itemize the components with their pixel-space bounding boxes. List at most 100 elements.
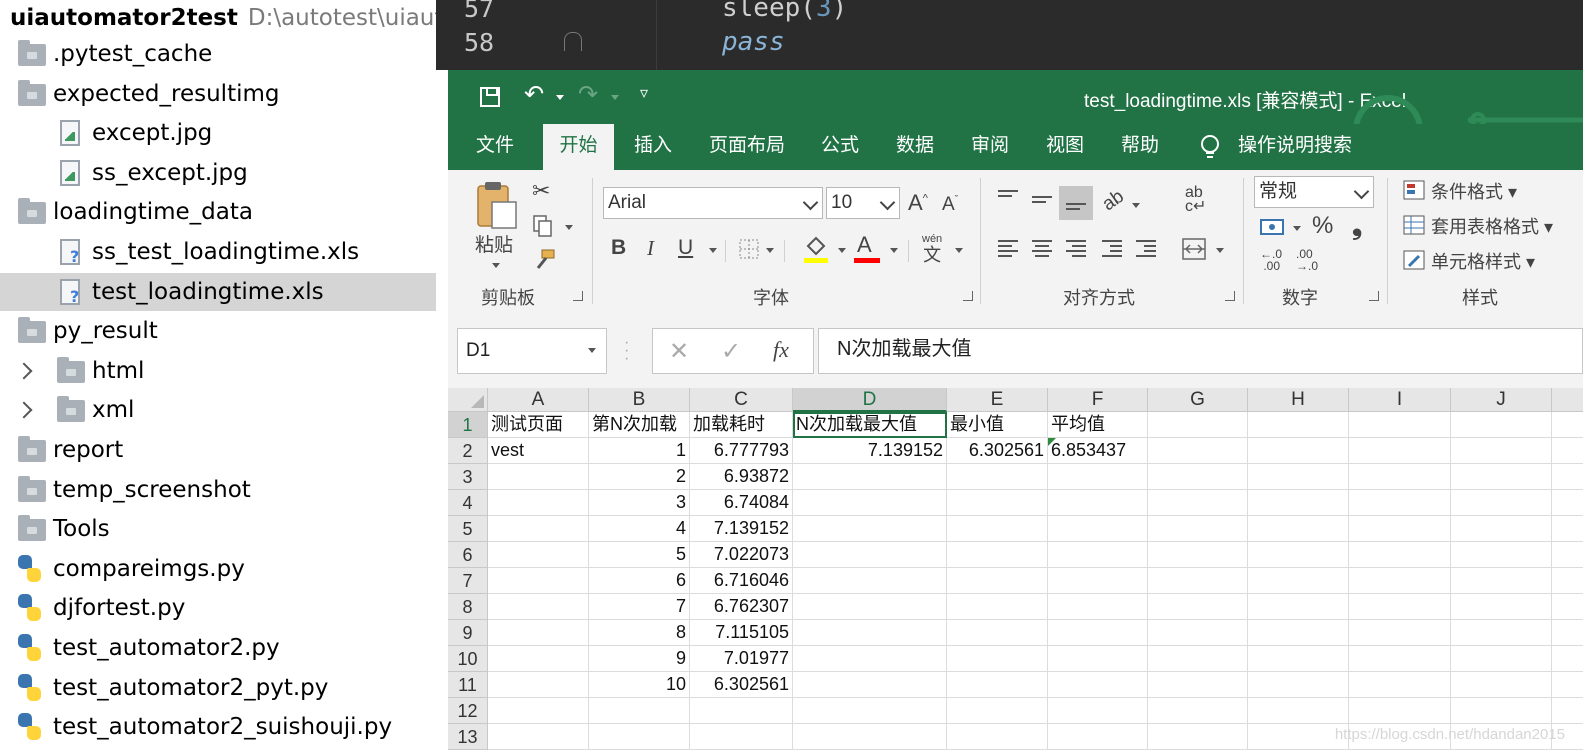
cell-A10[interactable] — [488, 646, 589, 672]
tree-item[interactable]: djfortest.py — [0, 589, 436, 627]
cell-J11[interactable] — [1451, 672, 1552, 698]
cell-G11[interactable] — [1148, 672, 1248, 698]
number-format-select[interactable]: 常规 — [1254, 176, 1374, 208]
cell-A13[interactable] — [488, 724, 589, 750]
column-header[interactable]: B — [589, 388, 690, 412]
orientation-dropdown-icon[interactable] — [1132, 203, 1140, 208]
cell-J1[interactable] — [1451, 412, 1552, 438]
cell-I10[interactable] — [1349, 646, 1451, 672]
cell-F1[interactable]: 平均值 — [1048, 412, 1148, 438]
format-as-table-icon[interactable] — [1403, 215, 1427, 237]
cell-B2[interactable]: 1 — [589, 438, 690, 464]
cell-B1[interactable]: 第N次加载 — [589, 412, 690, 438]
increase-indent-icon[interactable] — [1136, 240, 1156, 258]
cell-B4[interactable]: 3 — [589, 490, 690, 516]
cell-J7[interactable] — [1451, 568, 1552, 594]
cell-H6[interactable] — [1248, 542, 1349, 568]
cell[interactable] — [1552, 464, 1583, 490]
tab-file[interactable]: 文件 — [476, 124, 514, 170]
align-middle-icon[interactable] — [1032, 196, 1052, 214]
font-name-select[interactable]: Arial — [603, 187, 823, 219]
cell-E4[interactable] — [947, 490, 1048, 516]
cell-C10[interactable]: 7.01977 — [690, 646, 793, 672]
cell-B11[interactable]: 10 — [589, 672, 690, 698]
cell-C1[interactable]: 加载耗时 — [690, 412, 793, 438]
bold-button[interactable]: B — [611, 236, 626, 260]
italic-button[interactable]: I — [647, 236, 654, 261]
cell-B3[interactable]: 2 — [589, 464, 690, 490]
save-icon[interactable] — [480, 87, 500, 107]
cell-F10[interactable] — [1048, 646, 1148, 672]
tree-item[interactable]: test_automator2.py — [0, 629, 436, 667]
cell-I3[interactable] — [1349, 464, 1451, 490]
underline-button[interactable]: U — [678, 236, 693, 260]
cell-A8[interactable] — [488, 594, 589, 620]
cell-I2[interactable] — [1349, 438, 1451, 464]
cell[interactable] — [1552, 698, 1583, 724]
cell-H7[interactable] — [1248, 568, 1349, 594]
cell-I9[interactable] — [1349, 620, 1451, 646]
cell-G6[interactable] — [1148, 542, 1248, 568]
conditional-format-icon[interactable] — [1403, 180, 1427, 202]
align-left-icon[interactable] — [998, 240, 1018, 258]
cell-H5[interactable] — [1248, 516, 1349, 542]
decrease-indent-icon[interactable] — [1102, 240, 1122, 258]
merge-center-icon[interactable] — [1182, 238, 1206, 260]
code-line[interactable]: pass — [722, 27, 785, 57]
format-painter-icon[interactable] — [532, 248, 556, 272]
cell-F12[interactable] — [1048, 698, 1148, 724]
column-header[interactable]: C — [690, 388, 793, 412]
cell-F7[interactable] — [1048, 568, 1148, 594]
paste-icon[interactable] — [474, 180, 518, 230]
cell[interactable] — [1552, 672, 1583, 698]
number-launcher-icon[interactable] — [1369, 291, 1379, 301]
cell-D1[interactable]: N次加载最大值 — [793, 412, 947, 438]
font-color-dropdown-icon[interactable] — [890, 248, 898, 253]
align-top-icon[interactable] — [998, 190, 1018, 208]
tree-item[interactable]: .pytest_cache — [0, 35, 436, 73]
cell-F4[interactable] — [1048, 490, 1148, 516]
cell-F2[interactable]: 6.853437 — [1048, 438, 1148, 464]
cell-D10[interactable] — [793, 646, 947, 672]
borders-dropdown-icon[interactable] — [766, 248, 774, 253]
cell-H3[interactable] — [1248, 464, 1349, 490]
tree-item[interactable]: compareimgs.py — [0, 550, 436, 588]
cell-F6[interactable] — [1048, 542, 1148, 568]
tree-item[interactable]: xml — [0, 391, 436, 429]
clipboard-launcher-icon[interactable] — [573, 291, 583, 301]
cell-E7[interactable] — [947, 568, 1048, 594]
orientation-icon[interactable]: ab — [1099, 186, 1129, 216]
cell-J10[interactable] — [1451, 646, 1552, 672]
tree-item[interactable]: ? ss_test_loadingtime.xls — [0, 233, 436, 271]
enter-formula-icon[interactable]: ✓ — [721, 337, 741, 366]
cell-C4[interactable]: 6.74084 — [690, 490, 793, 516]
cell-H11[interactable] — [1248, 672, 1349, 698]
undo-dropdown-icon[interactable] — [556, 95, 564, 100]
row-header[interactable]: 5 — [448, 516, 488, 542]
cell-F5[interactable] — [1048, 516, 1148, 542]
cell-D11[interactable] — [793, 672, 947, 698]
undo-icon[interactable]: ↶ — [524, 80, 544, 109]
cell-D3[interactable] — [793, 464, 947, 490]
cell-E10[interactable] — [947, 646, 1048, 672]
cell-J6[interactable] — [1451, 542, 1552, 568]
cell-G5[interactable] — [1148, 516, 1248, 542]
align-center-icon[interactable] — [1032, 240, 1052, 258]
expand-arrow-icon[interactable] — [15, 401, 33, 419]
cell-F3[interactable] — [1048, 464, 1148, 490]
accounting-format-icon[interactable] — [1259, 216, 1287, 240]
cell-B10[interactable]: 9 — [589, 646, 690, 672]
cell-F8[interactable] — [1048, 594, 1148, 620]
cell-C9[interactable]: 7.115105 — [690, 620, 793, 646]
cell-H12[interactable] — [1248, 698, 1349, 724]
cell-I1[interactable] — [1349, 412, 1451, 438]
cell-C7[interactable]: 6.716046 — [690, 568, 793, 594]
underline-dropdown-icon[interactable] — [709, 248, 717, 253]
cell[interactable] — [1552, 568, 1583, 594]
tab-page-layout[interactable]: 页面布局 — [709, 124, 785, 170]
cell-G13[interactable] — [1148, 724, 1248, 750]
tab-review[interactable]: 审阅 — [971, 124, 1009, 170]
cell-C12[interactable] — [690, 698, 793, 724]
row-header[interactable]: 3 — [448, 464, 488, 490]
cell-G12[interactable] — [1148, 698, 1248, 724]
